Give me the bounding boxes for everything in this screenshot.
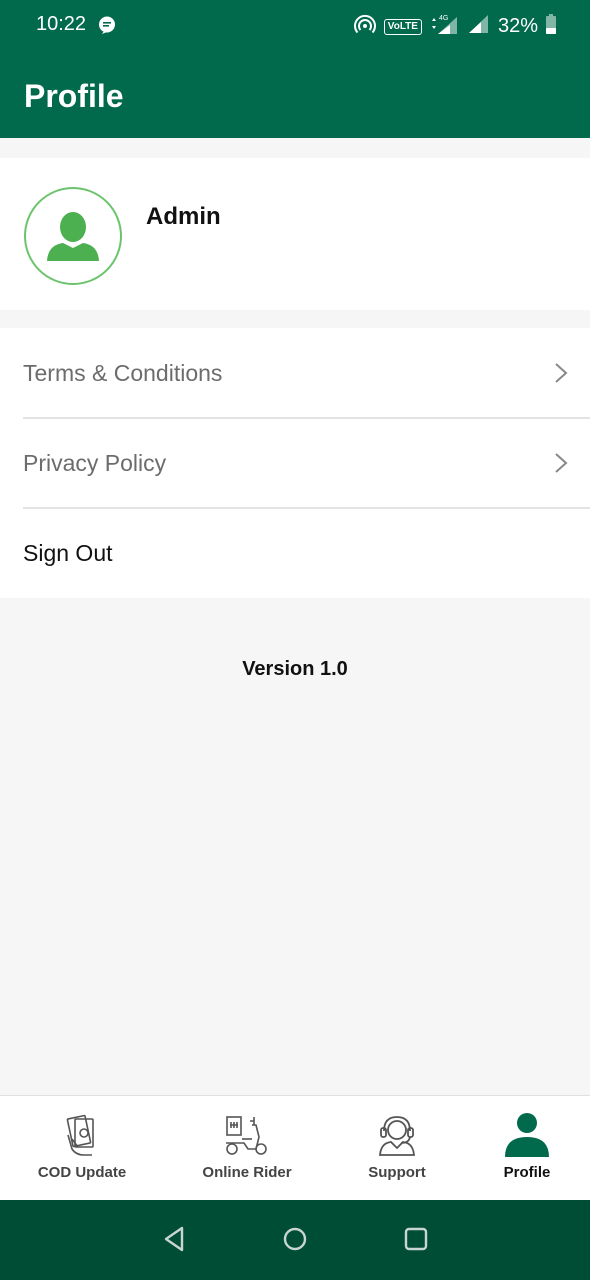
nav-label: Online Rider — [202, 1164, 292, 1181]
settings-menu: Terms & Conditions Privacy Policy Sign O… — [0, 328, 590, 598]
back-icon[interactable] — [163, 1226, 185, 1252]
battery-icon — [546, 14, 556, 39]
sign-out-item[interactable]: Sign Out — [0, 508, 590, 598]
recents-icon[interactable] — [404, 1226, 428, 1252]
status-bar: 10:22 VoLTE 4G 32% — [0, 0, 590, 52]
status-time: 10:22 — [36, 13, 87, 35]
menu-item-label: Terms & Conditions — [23, 360, 223, 386]
bottom-navigation: COD Update Online Rider Support Profile — [0, 1095, 590, 1200]
nav-cod-update[interactable]: COD Update — [32, 1096, 132, 1201]
app-bar: Profile — [0, 52, 590, 138]
message-notification-icon — [98, 16, 116, 39]
nav-label: COD Update — [37, 1164, 127, 1181]
chevron-right-icon — [555, 453, 568, 473]
headset-icon — [372, 1112, 422, 1158]
person-avatar-icon — [47, 212, 99, 261]
signal-icon — [468, 14, 490, 39]
nav-support[interactable]: Support — [347, 1096, 447, 1201]
menu-item-label: Privacy Policy — [23, 450, 167, 476]
nav-label: Profile — [503, 1164, 551, 1181]
volte-badge: VoLTE — [383, 18, 422, 35]
scooter-icon — [222, 1112, 272, 1158]
chevron-right-icon — [555, 363, 568, 383]
hotspot-icon — [353, 14, 376, 39]
nav-profile[interactable]: Profile — [477, 1096, 577, 1201]
signal-4g-icon: 4G — [430, 13, 460, 40]
home-icon[interactable] — [283, 1226, 307, 1252]
app-version: Version 1.0 — [242, 658, 348, 680]
battery-percent: 32% — [497, 15, 538, 37]
avatar — [24, 187, 122, 285]
cash-hand-icon — [57, 1112, 107, 1158]
nav-label: Support — [368, 1164, 426, 1181]
nav-online-rider[interactable]: Online Rider — [197, 1096, 297, 1201]
page-title: Profile — [24, 78, 124, 114]
person-icon — [502, 1112, 552, 1158]
svg-text:4G: 4G — [439, 15, 448, 22]
profile-card: Admin — [0, 158, 590, 310]
menu-item-label: Sign Out — [23, 540, 113, 566]
privacy-policy-item[interactable]: Privacy Policy — [0, 418, 590, 508]
user-name: Admin — [146, 203, 221, 230]
terms-conditions-item[interactable]: Terms & Conditions — [0, 328, 590, 418]
system-navigation-bar — [0, 1200, 590, 1280]
